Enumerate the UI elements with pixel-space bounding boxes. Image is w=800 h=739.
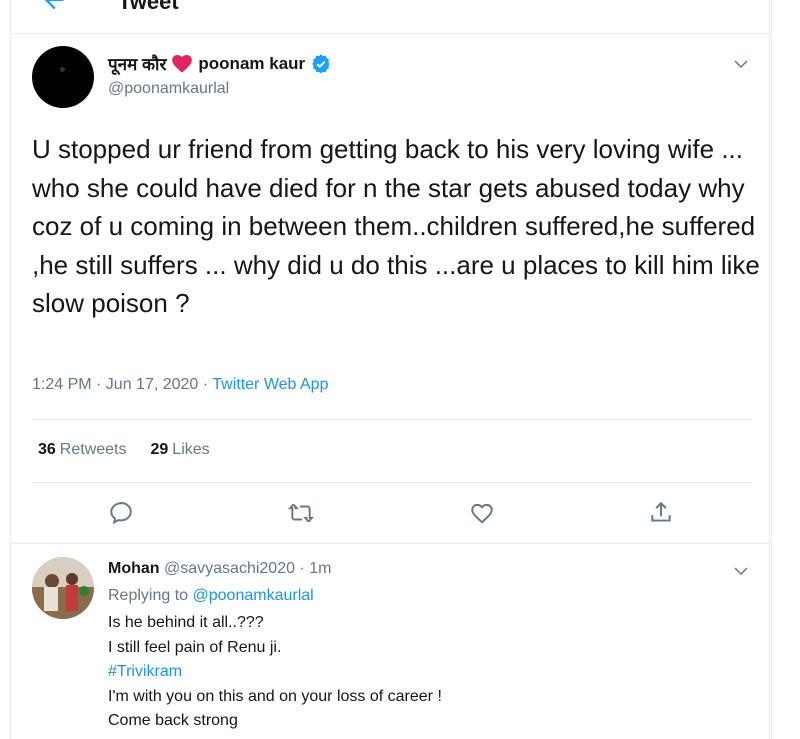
author-secondary-name: poonam kaur: [198, 53, 306, 73]
tweet-author[interactable]: पूनम कौर poonam kaur: [108, 52, 331, 75]
divider: [10, 543, 770, 544]
heart-icon: [172, 54, 193, 73]
reply-header: Mohan @savyasachi2020 · 1m: [108, 560, 331, 578]
reply-author-handle[interactable]: @savyasachi2020: [164, 560, 295, 577]
avatar[interactable]: [32, 46, 94, 108]
verified-badge-icon: [312, 53, 330, 73]
reply-line: Is he behind it all..???: [108, 614, 264, 631]
replying-to: Replying to @poonamkaurlal: [108, 587, 314, 604]
reply-line: Come back strong: [108, 712, 238, 729]
replying-to-mention[interactable]: @poonamkaurlal: [193, 587, 314, 604]
divider: [32, 482, 752, 483]
tweet-timestamp[interactable]: 1:24 PM · Jun 17, 2020 ·: [32, 376, 212, 393]
reply-line: I'm with you on this and on your loss of…: [108, 687, 442, 705]
reply-line: I still feel pain of Renu ji.: [108, 638, 282, 656]
chevron-down-icon[interactable]: [732, 55, 750, 73]
reply-time[interactable]: · 1m: [299, 560, 331, 577]
reply-text: Is he behind it all..??? I still feel pa…: [108, 611, 442, 734]
chevron-down-icon[interactable]: [732, 562, 750, 580]
tweet-meta: 1:24 PM · Jun 17, 2020 · Twitter Web App: [32, 376, 328, 394]
divider: [32, 419, 752, 420]
likes-stat[interactable]: 29 Likes: [151, 441, 210, 459]
arrow-left-icon[interactable]: [40, 0, 68, 14]
reply-avatar[interactable]: [32, 557, 94, 619]
retweet-icon[interactable]: [288, 500, 314, 526]
page-title: Tweet: [118, 0, 179, 14]
page-header: Tweet: [10, 0, 770, 34]
tweet-text: U stopped ur friend from getting back to…: [32, 134, 760, 318]
like-icon[interactable]: [469, 500, 495, 526]
author-handle[interactable]: @poonamkaurlal: [108, 80, 229, 98]
hashtag-link[interactable]: #Trivikram: [108, 660, 442, 685]
reply-icon[interactable]: [108, 500, 134, 526]
tweet-source-link[interactable]: Twitter Web App: [212, 376, 328, 393]
scrollbar[interactable]: [771, 0, 772, 739]
tweet-stats: 36 Retweets 29 Likes: [38, 441, 210, 459]
author-display-name: पूनम कौर: [108, 55, 167, 74]
share-icon[interactable]: [648, 500, 674, 526]
reply-author-name[interactable]: Mohan: [108, 560, 160, 577]
retweets-stat[interactable]: 36 Retweets: [38, 441, 127, 459]
